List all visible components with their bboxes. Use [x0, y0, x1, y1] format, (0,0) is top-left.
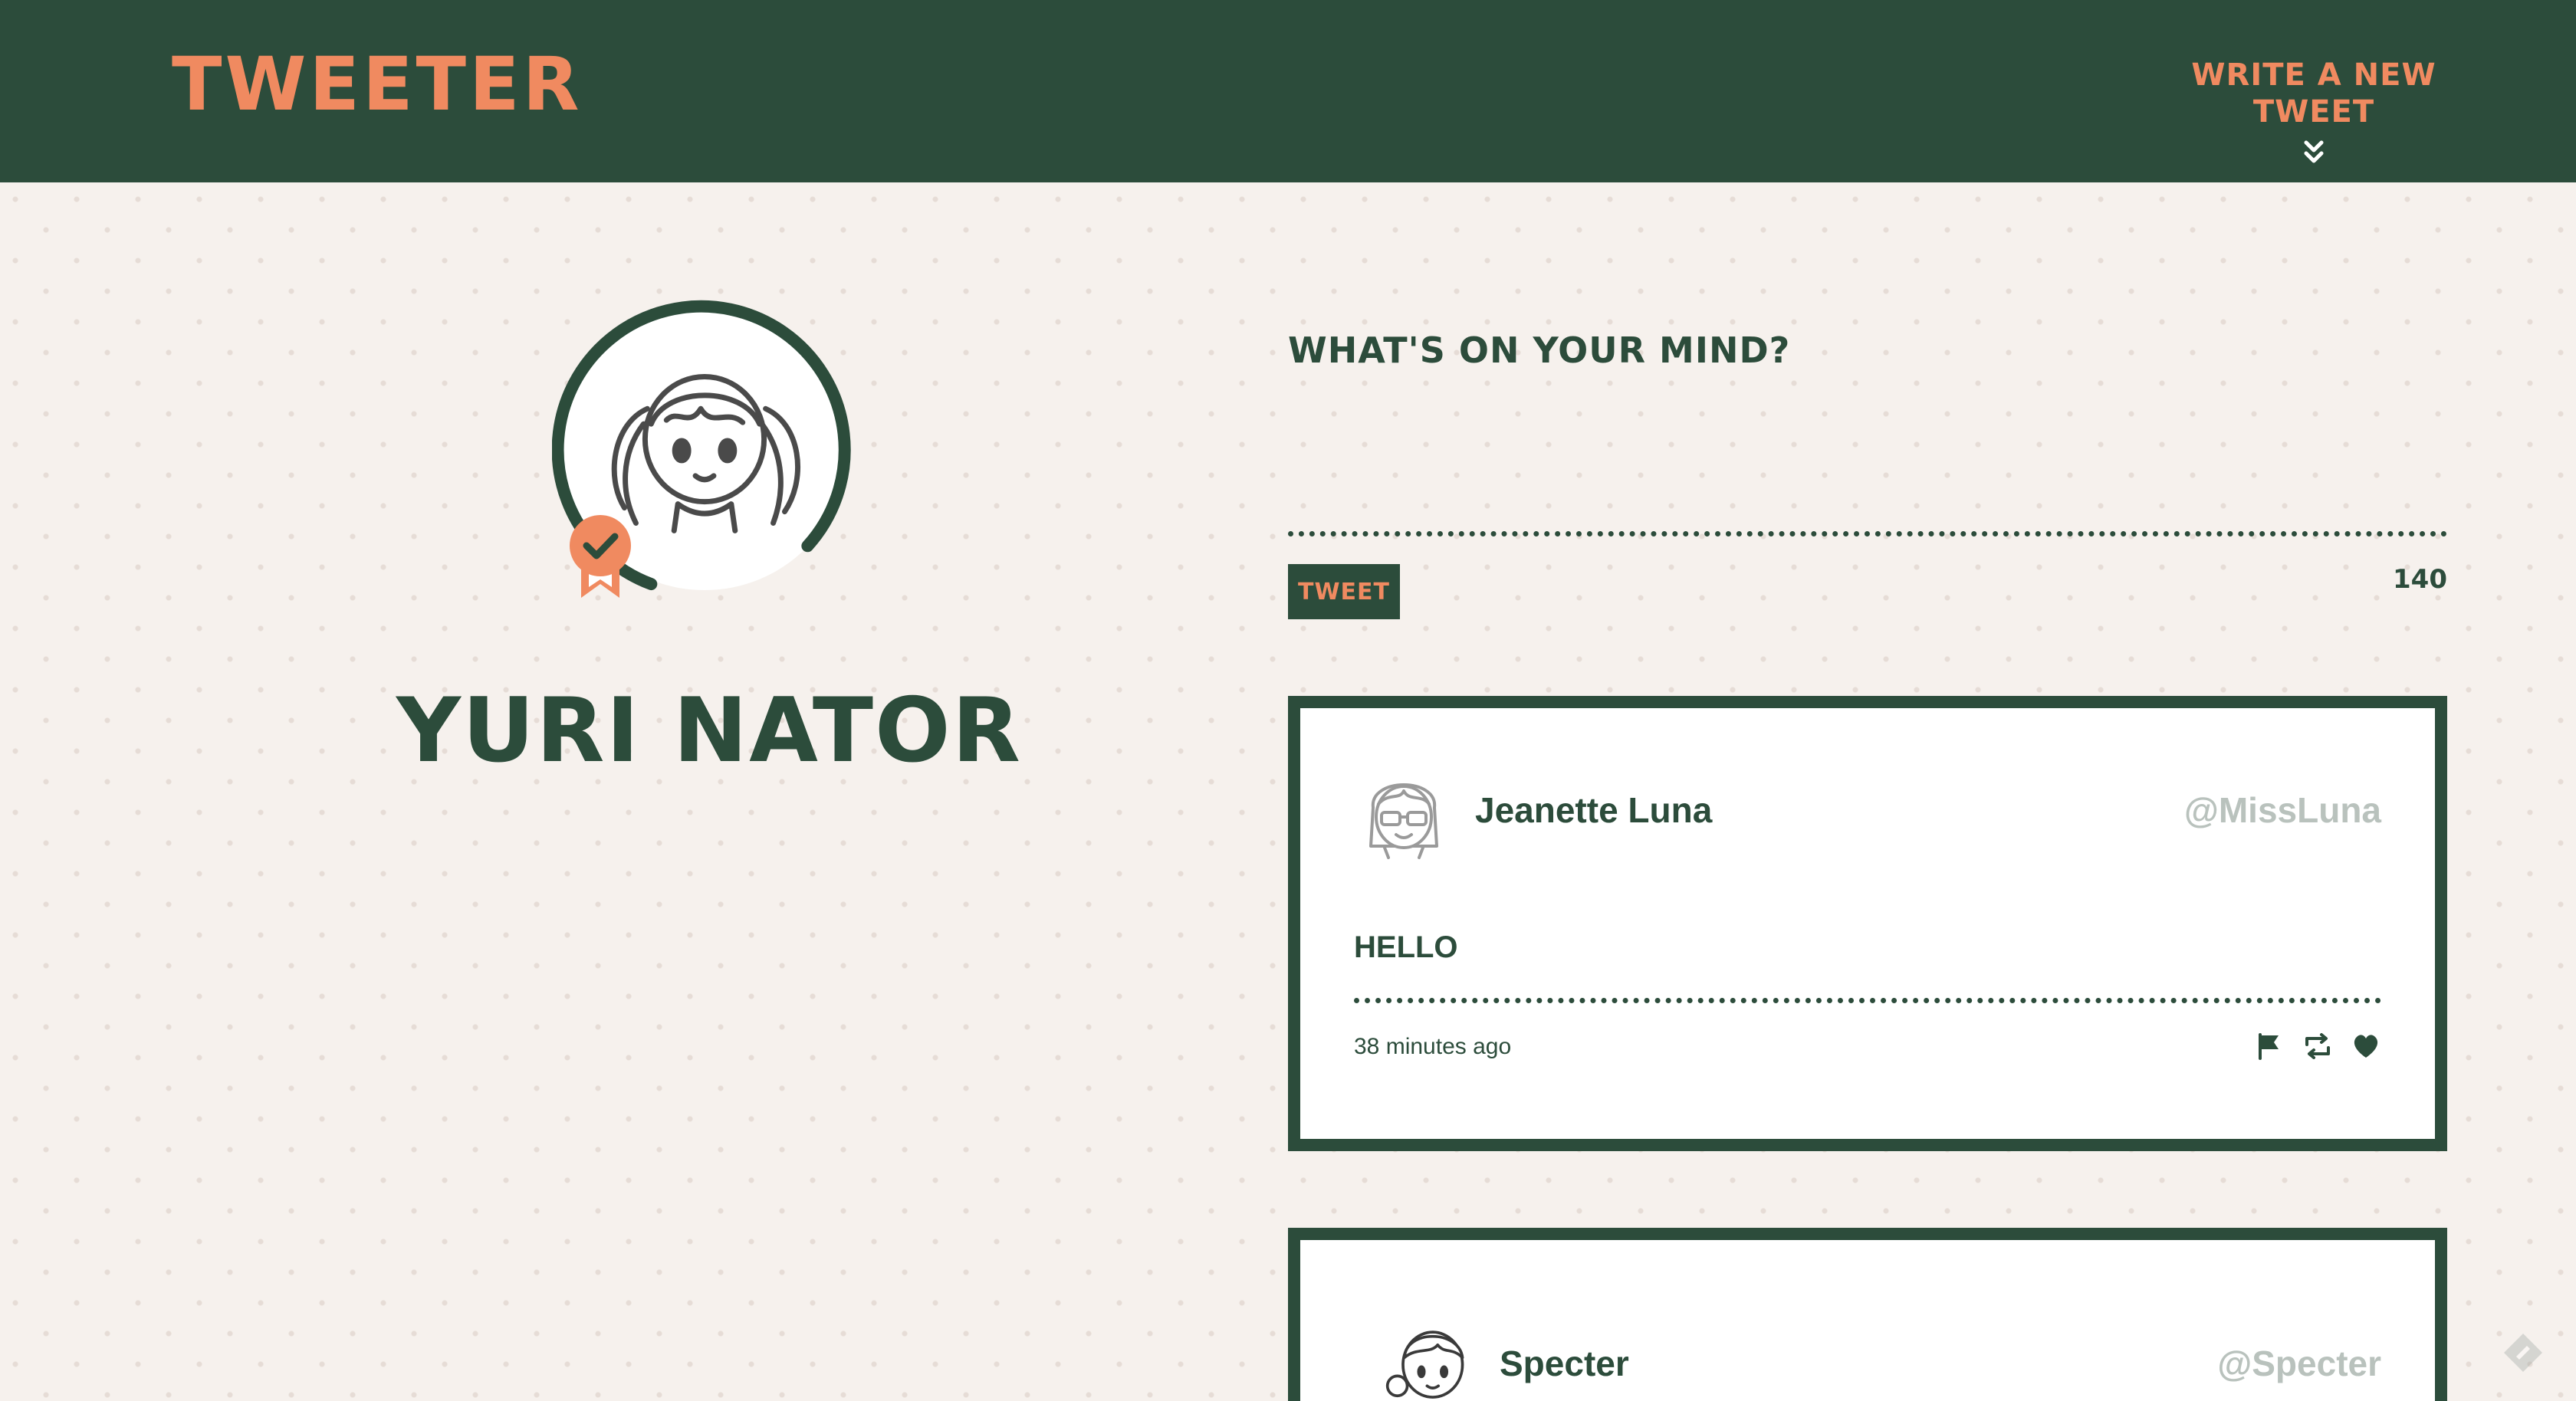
retweet-icon[interactable]	[2302, 1031, 2333, 1061]
boy-avatar-icon	[1385, 1330, 1464, 1399]
tweet-author-handle[interactable]: @Specter	[2217, 1343, 2381, 1384]
tweet-header: Jeanette Luna @MissLuna	[1354, 762, 2381, 869]
heart-icon[interactable]	[2351, 1031, 2381, 1061]
tweet-card: Jeanette Luna @MissLuna HELLO 38 minutes…	[1288, 696, 2447, 1151]
write-new-tweet-toggle[interactable]: WRITE A NEW TWEET	[2137, 57, 2490, 163]
tweet-actions	[2240, 1031, 2381, 1065]
pencil-tag-icon[interactable]	[2501, 1330, 2545, 1375]
tweet-submit-button[interactable]: TWEET	[1288, 564, 1400, 619]
verified-ribbon-icon	[570, 515, 631, 598]
flag-icon[interactable]	[2254, 1031, 2285, 1061]
tweet-footer: 38 minutes ago	[1354, 998, 2381, 1082]
tweet-author-name[interactable]: Jeanette Luna	[1475, 789, 1712, 831]
navbar: TWEETER WRITE A NEW TWEET	[0, 0, 2576, 182]
double-chevron-down-icon	[2304, 140, 2324, 163]
write-new-tweet-label: WRITE A NEW TWEET	[2191, 57, 2436, 130]
tweet-textarea[interactable]	[1288, 399, 2447, 536]
brand-logo[interactable]: TWEETER	[172, 48, 583, 121]
compose-tweet-form: WHAT'S ON YOUR MIND? TWEET 140	[1288, 330, 2447, 621]
profile-section: YURI NATOR	[322, 284, 1096, 789]
compose-heading: WHAT'S ON YOUR MIND?	[1288, 330, 1791, 371]
char-counter: 140	[2393, 564, 2447, 595]
profile-name: YURI NATOR	[396, 679, 1022, 783]
tweet-author-name[interactable]: Specter	[1500, 1343, 1629, 1384]
tweet-header: Specter @Specter	[1385, 1315, 2381, 1401]
tweet-author-handle[interactable]: @MissLuna	[2184, 789, 2381, 831]
tweet-timestamp: 38 minutes ago	[1354, 1034, 1512, 1059]
tweet-body: HELLO	[1354, 930, 1458, 964]
tweet-card: Specter @Specter	[1288, 1228, 2447, 1401]
girl-with-glasses-avatar-icon	[1369, 783, 1438, 859]
